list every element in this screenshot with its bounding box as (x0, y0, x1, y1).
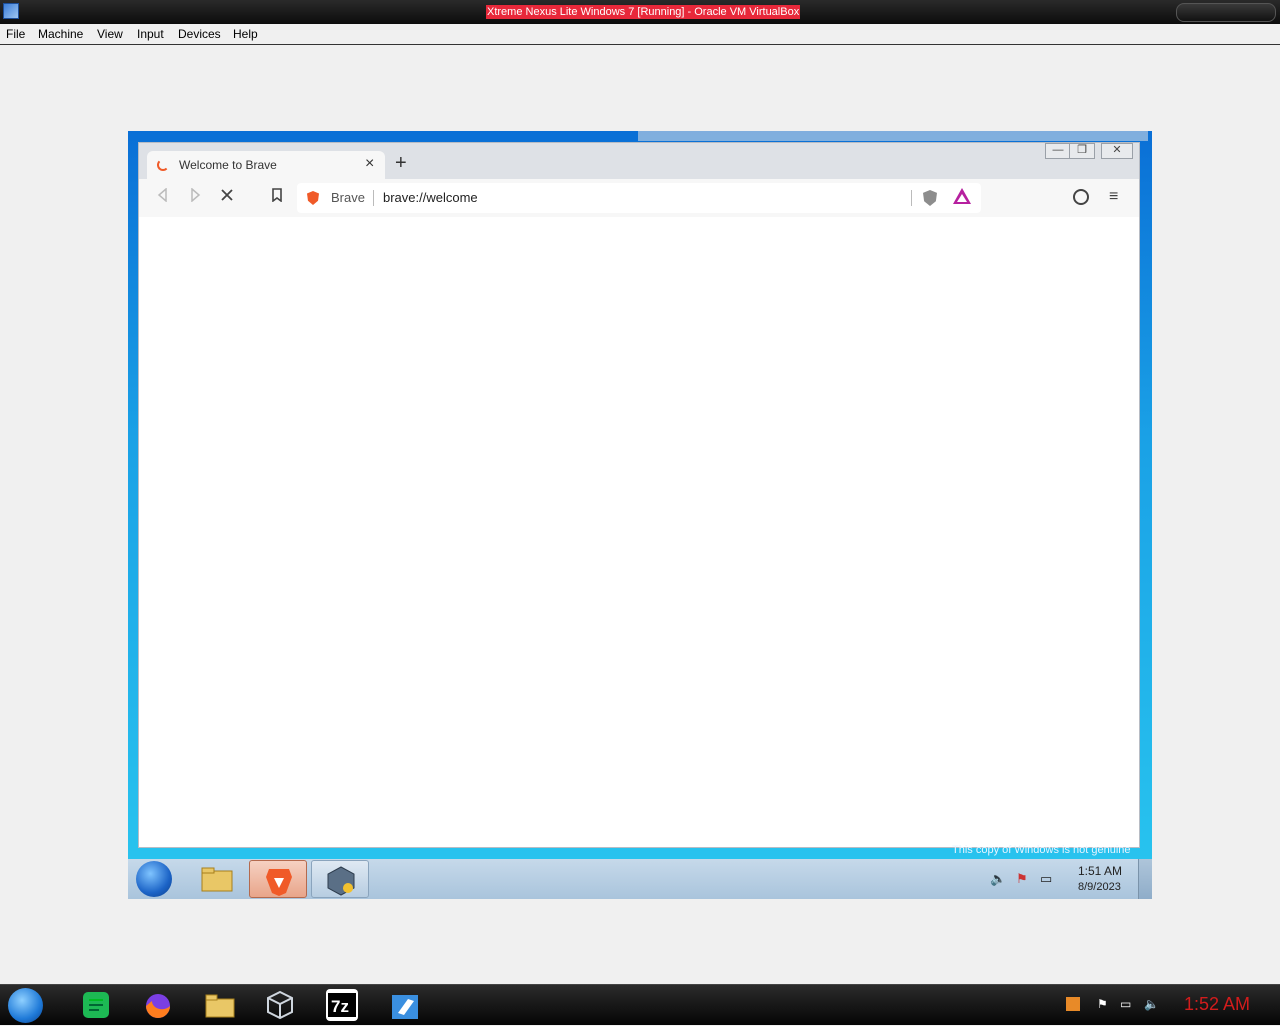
host-taskbar: 7z ⚑ ▭ 🔈 1:52 AM (0, 984, 1280, 1025)
host-window-controls[interactable] (1176, 3, 1276, 22)
minimize-button[interactable]: — (1045, 143, 1071, 159)
address-bar[interactable]: Brave brave://welcome (297, 183, 981, 213)
hamburger-menu-icon[interactable]: ≡ (1109, 189, 1119, 205)
stop-icon[interactable] (217, 188, 237, 208)
divider (373, 190, 374, 206)
sticky-notes-icon[interactable] (80, 989, 112, 1021)
menu-machine[interactable]: Machine (38, 27, 83, 41)
forward-arrow-icon[interactable] (185, 187, 205, 208)
network-icon[interactable]: ▭ (1040, 871, 1052, 887)
menu-view[interactable]: View (97, 27, 123, 41)
7zip-icon[interactable]: 7z (326, 989, 358, 1021)
network-icon[interactable]: ▭ (1120, 997, 1134, 1011)
action-center-flag-icon[interactable]: ⚑ (1016, 871, 1028, 887)
host-titlebar: Xtreme Nexus Lite Windows 7 [Running] - … (0, 0, 1280, 24)
bookmark-icon[interactable] (267, 188, 287, 208)
windows-explorer-icon[interactable] (188, 860, 246, 898)
start-orb-icon[interactable] (136, 861, 172, 897)
browser-toolbar: Brave brave://welcome ≡ (139, 179, 1139, 217)
menu-file[interactable]: File (6, 27, 25, 41)
new-tab-button[interactable]: + (395, 153, 407, 173)
brave-rewards-icon[interactable] (953, 188, 971, 204)
action-center-flag-icon[interactable]: ⚑ (1097, 997, 1111, 1011)
maximize-button[interactable]: ❐ (1069, 143, 1095, 159)
page-content[interactable] (139, 217, 1139, 847)
brave-lion-icon (307, 191, 319, 205)
vm-system-tray: 🔈 ⚑ ▭ (990, 871, 1070, 889)
vm-taskbar: 🔈 ⚑ ▭ 1:51 AM 8/9/2023 (128, 859, 1152, 899)
brave-browser-window: Welcome to Brave × + — ❐ ✕ Brave brave:/… (138, 142, 1140, 848)
volume-icon[interactable]: 🔈 (990, 871, 1006, 887)
close-window-button[interactable]: ✕ (1101, 143, 1133, 159)
file-explorer-icon[interactable] (204, 989, 236, 1021)
activation-watermark: This copy of Windows is not genuine (952, 844, 1131, 856)
virtualbox-icon[interactable] (264, 989, 296, 1021)
tab-welcome[interactable]: Welcome to Brave × (147, 151, 385, 179)
host-window-title: Xtreme Nexus Lite Windows 7 [Running] - … (486, 5, 801, 19)
svg-text:7z: 7z (331, 997, 349, 1016)
menu-input[interactable]: Input (137, 27, 164, 41)
vm-display[interactable]: Welcome to Brave × + — ❐ ✕ Brave brave:/… (128, 131, 1152, 899)
url-text[interactable]: brave://welcome (383, 190, 478, 205)
tab-strip: Welcome to Brave × + — ❐ ✕ (139, 143, 1139, 179)
brave-icon[interactable] (249, 860, 307, 898)
vm-clock-time[interactable]: 1:51 AM (1078, 864, 1122, 878)
loading-spinner-icon (157, 159, 169, 171)
firefox-icon[interactable] (142, 989, 174, 1021)
host-clock[interactable]: 1:52 AM (1184, 994, 1250, 1015)
profile-icon[interactable] (1073, 189, 1089, 205)
tab-close-button[interactable]: × (365, 155, 374, 173)
back-arrow-icon[interactable] (153, 187, 173, 208)
tray-app-icon[interactable] (1066, 997, 1080, 1011)
menu-devices[interactable]: Devices (178, 27, 221, 41)
background-window-titlebar (638, 131, 1148, 141)
brave-shields-icon[interactable] (923, 190, 937, 206)
volume-icon[interactable]: 🔈 (1144, 997, 1159, 1011)
menu-help[interactable]: Help (233, 27, 258, 41)
windows7-usb-tool-icon[interactable] (390, 989, 422, 1021)
tab-title: Welcome to Brave (179, 158, 277, 172)
show-desktop-button[interactable] (1138, 859, 1152, 899)
virtualbox-extension-icon[interactable] (311, 860, 369, 898)
virtualbox-app-icon[interactable] (3, 3, 19, 19)
start-orb-icon[interactable] (8, 988, 43, 1023)
vm-clock-date[interactable]: 8/9/2023 (1078, 881, 1121, 893)
divider (911, 190, 912, 206)
site-label: Brave (331, 190, 365, 205)
host-menubar: File Machine View Input Devices Help (0, 24, 1280, 45)
